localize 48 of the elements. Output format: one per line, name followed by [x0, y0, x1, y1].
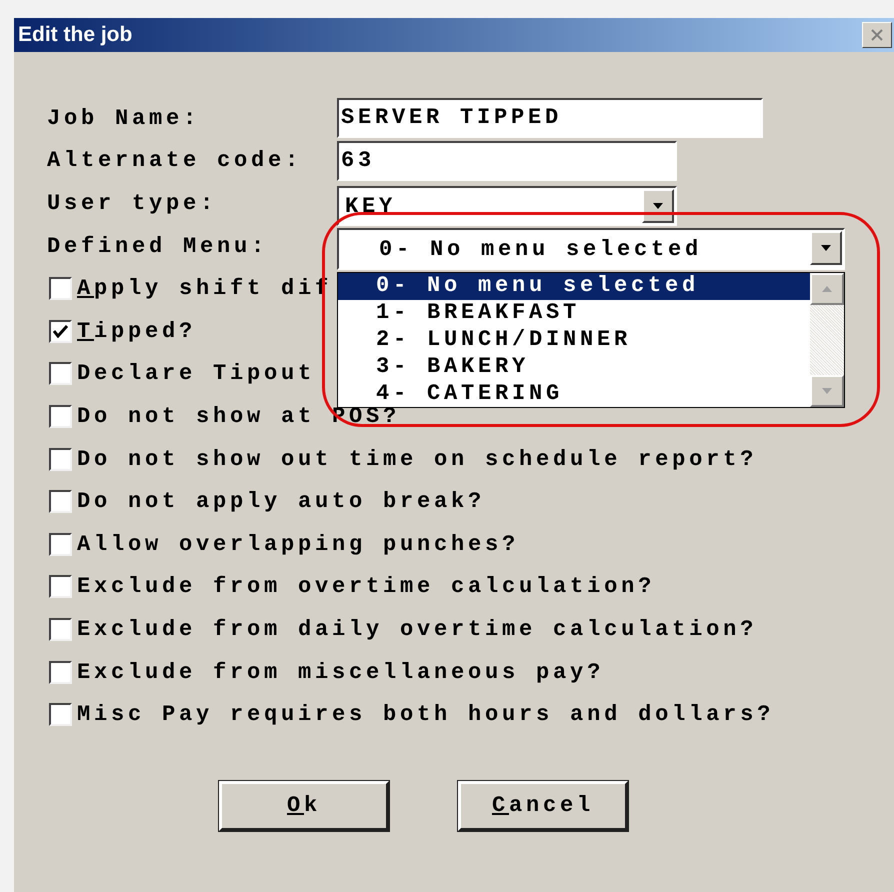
- down-arrow-icon: [821, 387, 833, 395]
- checkbox[interactable]: [49, 320, 72, 343]
- scrollbar[interactable]: [810, 273, 844, 407]
- checkbox[interactable]: [49, 448, 72, 471]
- checkbox[interactable]: [49, 362, 72, 386]
- field-label: Alternate code:: [47, 147, 304, 176]
- close-icon: [869, 28, 885, 42]
- checkmark-icon: [53, 324, 68, 338]
- checkbox[interactable]: [49, 618, 72, 641]
- combo-value: KEY: [345, 192, 396, 221]
- checkbox-label: Exclude from miscellaneous pay?: [77, 658, 604, 687]
- checkbox-label: Exclude from daily overtime calculation?: [77, 616, 758, 644]
- scroll-down-button[interactable]: [810, 375, 844, 407]
- menu-option[interactable]: 0- No menu selected: [338, 273, 810, 300]
- checkbox-label: Allow overlapping punches?: [77, 530, 520, 559]
- scroll-up-button[interactable]: [810, 273, 844, 305]
- text-field[interactable]: SERVER TIPPED: [337, 98, 763, 138]
- text-field[interactable]: 63: [337, 140, 677, 181]
- dropdown-arrow-icon: [820, 244, 832, 252]
- menu-option[interactable]: 4- CATERING: [338, 380, 810, 407]
- field-label: User type:: [47, 190, 218, 218]
- checkbox[interactable]: [49, 404, 72, 428]
- dialog-button[interactable]: Cancel: [458, 780, 628, 831]
- checkbox-label: Tipped?: [77, 318, 196, 346]
- menu-option[interactable]: 1- BREAKFAST: [338, 300, 810, 327]
- checkbox[interactable]: [49, 575, 72, 598]
- menu-option[interactable]: 3- BAKERY: [338, 353, 810, 380]
- combo-box[interactable]: KEY: [337, 186, 677, 226]
- checkbox[interactable]: [49, 490, 72, 514]
- dropdown-arrow-icon: [652, 202, 664, 210]
- checkbox-label: Do not show out time on schedule report?: [77, 446, 758, 474]
- checkbox[interactable]: [49, 703, 72, 726]
- field-label: Job Name:: [47, 104, 202, 133]
- dropdown-button[interactable]: [810, 231, 842, 265]
- close-button[interactable]: [862, 22, 892, 48]
- checkbox[interactable]: [49, 277, 72, 300]
- checkbox-label: Do not apply auto break?: [77, 488, 486, 516]
- checkbox-label: Misc Pay requires both hours and dollars?: [77, 701, 774, 730]
- up-arrow-icon: [821, 285, 833, 293]
- checkbox[interactable]: [49, 660, 72, 684]
- window-title: Edit the job: [17, 22, 132, 48]
- menu-option[interactable]: 2- LUNCH/DINNER: [338, 326, 810, 354]
- menu-combo-box[interactable]: 0- No menu selected: [337, 228, 845, 270]
- checkbox-label: Declare Tipout: [77, 360, 316, 388]
- checkbox-label: Exclude from overtime calculation?: [77, 573, 656, 602]
- checkbox[interactable]: [49, 532, 72, 556]
- field-label: Defined Menu:: [47, 232, 270, 261]
- dropdown-button[interactable]: [642, 189, 674, 224]
